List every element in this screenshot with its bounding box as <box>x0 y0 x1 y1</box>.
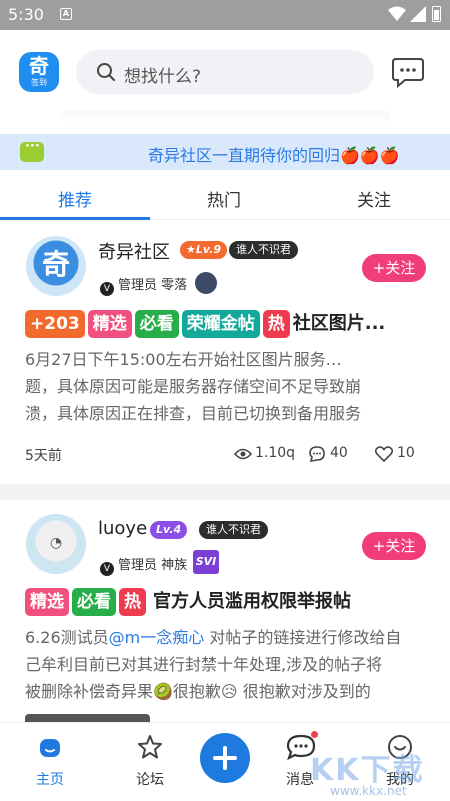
status-bar: 5:30 A <box>0 0 450 30</box>
tag-badge: 荣耀金帖 <box>181 310 260 338</box>
tag-badge: 精选 <box>87 310 132 338</box>
post-body-line: 溃，具体原因正在排查，目前已切换到备用服务 <box>25 404 362 423</box>
role-text: 管理员 神族 <box>118 558 188 573</box>
post-card[interactable]: ◔ luoye Lv.4 谁人不识君 V 管理员 神族 SVI +关注 精选 必看热… <box>0 500 450 722</box>
follow-button[interactable]: +关注 <box>362 254 426 282</box>
heart-icon[interactable] <box>375 446 393 462</box>
post-body[interactable]: 6月27日下午15:00左右开始社区图片服务… 题，具体原因可能是服务器存储空间… <box>25 346 425 427</box>
tag-badge: 必看 <box>72 588 116 616</box>
user-mention-link[interactable]: @m一念痴心 <box>109 628 205 647</box>
user-role: V 管理员 神族 <box>100 554 187 576</box>
logo-subtext: 签到 <box>31 78 47 87</box>
tab-following[interactable]: 关注 <box>357 186 391 211</box>
avatar[interactable]: 奇 <box>26 236 86 296</box>
home-icon <box>40 739 60 757</box>
chat-icon[interactable] <box>391 56 425 88</box>
notification-icon: A <box>60 8 72 20</box>
title-badge: 谁人不识君 <box>199 521 268 539</box>
level-badge: Lv.4 <box>150 521 188 539</box>
signin-logo-button[interactable]: 奇 签到 <box>19 52 59 92</box>
announcement-banner[interactable]: 奇异社区一直期待你的回归🍎🍎🍎 <box>0 134 450 170</box>
post-tags: 精选 必看热官方人员滥用权限举报帖 <box>25 588 351 616</box>
tag-badge: +203 <box>25 310 85 338</box>
avatar[interactable]: ◔ <box>26 514 86 574</box>
follow-button[interactable]: +关注 <box>362 532 426 560</box>
status-time: 5:30 <box>8 5 44 24</box>
unread-dot <box>311 731 318 738</box>
message-bubble-icon <box>20 139 44 162</box>
watermark-url: www.kkx.net <box>330 784 407 798</box>
post-card[interactable]: 奇 奇异社区 ★Lv.9 谁人不识君 V 管理员 零落 +关注 +203 精选 必看荣… <box>0 222 450 484</box>
feed-tabs: 推荐 热门 关注 <box>0 176 450 220</box>
post-body-text: 6.26测试员 <box>25 628 109 647</box>
verified-icon: V <box>100 282 114 296</box>
role-text: 管理员 零落 <box>118 278 188 293</box>
tab-active-indicator <box>0 217 150 220</box>
logo-text: 奇 <box>29 54 49 78</box>
tag-badge: 必看 <box>134 310 179 338</box>
nav-label: 论坛 <box>136 772 164 788</box>
nav-label: 主页 <box>36 772 64 788</box>
battery-icon <box>432 6 441 22</box>
post-image-preview <box>25 714 150 722</box>
header-shadow <box>60 110 390 124</box>
post-body[interactable]: 6.26测试员@m一念痴心 对帖子的链接进行修改给自 己牟利目前已对其进行封禁十… <box>25 624 425 705</box>
watermark-text: KK下载 <box>310 753 425 788</box>
post-body-line: 己牟利目前已对其进行封禁十年处理,涉及的帖子将 <box>25 655 383 674</box>
post-username[interactable]: luoye <box>98 518 147 539</box>
wifi-icon <box>388 6 406 21</box>
tag-badge: 热 <box>262 310 290 338</box>
post-body-line: 6.26测试员@m一念痴心 对帖子的链接进行修改给自 <box>25 624 425 651</box>
post-body-line: 6月27日下午15:00左右开始社区图片服务… <box>25 350 342 369</box>
nav-home[interactable]: 主页 <box>10 723 90 801</box>
post-tags: +203 精选 必看 荣耀金帖热社区图片... <box>25 310 385 338</box>
tab-hot[interactable]: 热门 <box>207 186 241 211</box>
signal-icon <box>410 6 426 22</box>
star-icon <box>138 735 162 759</box>
post-title[interactable]: 官方人员滥用权限举报帖 <box>153 588 351 616</box>
post-body-text: 对帖子的链接进行修改给自 <box>204 628 402 647</box>
medal-icon <box>195 272 217 294</box>
post-time: 5天前 <box>25 448 62 464</box>
post-username[interactable]: 奇异社区 <box>98 238 170 264</box>
title-badge: 谁人不识君 <box>229 241 298 259</box>
post-separator <box>0 484 450 500</box>
post-title[interactable]: 社区图片... <box>293 310 386 338</box>
tag-badge: 精选 <box>25 588 69 616</box>
tab-recommend[interactable]: 推荐 <box>58 186 92 211</box>
comment-icon[interactable] <box>308 445 326 463</box>
banner-text: 奇异社区一直期待你的回归🍎🍎🍎 <box>148 146 400 165</box>
view-count: 1.10q <box>255 445 296 461</box>
create-post-button[interactable] <box>200 733 250 783</box>
eye-icon <box>234 448 252 460</box>
post-body-line: 被删除补偿奇异果🥝很抱歉😥 很抱歉对涉及到的 <box>25 682 371 701</box>
tag-badge: 热 <box>119 588 146 616</box>
watermark: KK下载 www.kkx.net <box>310 740 450 800</box>
post-body-line: 题，具体原因可能是服务器存储空间不足导致崩 <box>25 377 362 396</box>
user-role: V 管理员 零落 <box>100 274 187 296</box>
like-count: 10 <box>397 445 415 461</box>
comment-count: 40 <box>330 445 348 461</box>
svi-badge: SVI <box>193 550 219 574</box>
search-placeholder: 想找什么? <box>124 67 202 87</box>
search-bar[interactable]: 想找什么? <box>76 50 374 94</box>
level-badge: ★Lv.9 <box>180 241 227 259</box>
verified-icon: V <box>100 562 114 576</box>
nav-forum[interactable]: 论坛 <box>110 723 190 801</box>
search-icon <box>97 63 115 81</box>
